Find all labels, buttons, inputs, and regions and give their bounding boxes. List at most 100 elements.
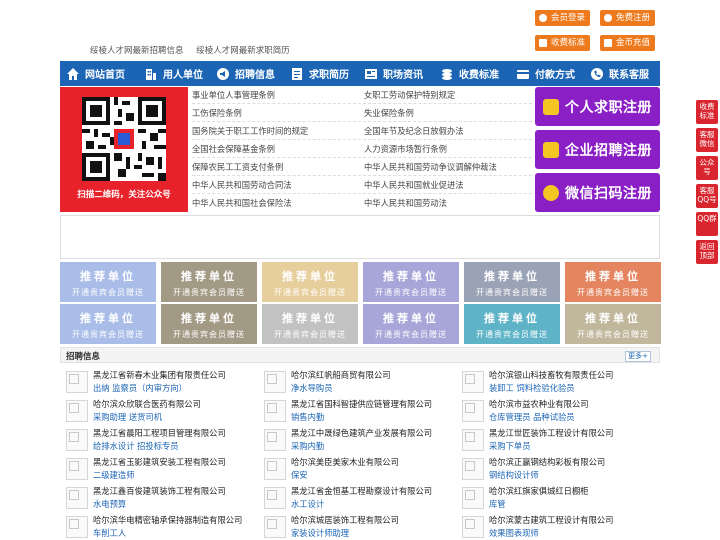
job-positions[interactable]: 净水导购员 — [291, 382, 333, 394]
job-listing[interactable]: 黑龙江省新春木业集团有限责任公司 出纳 监察员（内审方向） — [66, 369, 261, 396]
job-listing[interactable]: 黑龙江鑫百俊建筑装饰工程有限公司 水电预算 — [66, 485, 261, 512]
policy-link-left[interactable]: 国务院关于职工工作时间的规定 — [192, 125, 308, 139]
policy-link-left[interactable]: 事业单位人事管理条例 — [192, 89, 275, 103]
nav-career-news[interactable]: 职场资讯 — [358, 61, 434, 86]
float-back-to-top[interactable]: 返回顶部 — [696, 240, 718, 264]
job-positions[interactable]: 二级建造师 — [93, 469, 135, 481]
job-listing[interactable]: 哈尔滨市益农种业有限公司 仓库管理员 品种试验员 — [462, 398, 657, 425]
job-positions[interactable]: 仓库管理员 品种试验员 — [489, 411, 575, 423]
recommend-employer-tile[interactable]: 推荐单位 开通贵宾会员赠送 — [60, 304, 156, 344]
recommend-employer-tile[interactable]: 推荐单位 开通贵宾会员赠送 — [565, 262, 661, 302]
recommend-employer-tile[interactable]: 推荐单位 开通贵宾会员赠送 — [161, 304, 257, 344]
policy-link-right[interactable]: 女职工劳动保护特别规定 — [364, 89, 455, 103]
wechat-register-button[interactable]: 微信扫码注册 — [535, 173, 660, 212]
job-positions[interactable]: 效果图表现师 — [489, 527, 539, 539]
job-listing[interactable]: 哈尔滨红帆船商贸有限公司 净水导购员 — [264, 369, 459, 396]
job-listing[interactable]: 黑龙江省金恒基工程勘察设计有限公司 水工设计 — [264, 485, 459, 512]
recommend-employer-tile[interactable]: 推荐单位 开通贵宾会员赠送 — [464, 262, 560, 302]
job-positions[interactable]: 保安 — [291, 469, 308, 481]
float-official-account[interactable]: 公众号 — [696, 156, 718, 180]
latest-jobs-link[interactable]: 绥棱人才网最新招聘信息 — [90, 46, 184, 56]
company-name[interactable]: 哈尔滨众欣联合医药有限公司 — [93, 398, 201, 410]
fee-standard-button[interactable]: 收费标准 — [535, 35, 591, 51]
policy-link-right[interactable]: 人力资源市场暂行条例 — [364, 143, 447, 157]
company-name[interactable]: 黑龙江省玉影建筑安装工程有限公司 — [93, 456, 226, 468]
nav-fee-standard[interactable]: 收费标准 — [434, 61, 510, 86]
job-listing[interactable]: 哈尔滨红旗家俱城红日橱柜 库管 — [462, 485, 657, 512]
job-positions[interactable]: 出纳 监察员（内审方向） — [93, 382, 187, 394]
company-name[interactable]: 哈尔滨华电精密轴承保持器制造有限公司 — [93, 514, 242, 526]
recommend-employer-tile[interactable]: 推荐单位 开通贵宾会员赠送 — [363, 304, 459, 344]
job-listing[interactable]: 哈尔滨众欣联合医药有限公司 采购助理 送货司机 — [66, 398, 261, 425]
latest-resumes-link[interactable]: 绥棱人才网最新求职简历 — [196, 46, 290, 56]
job-positions[interactable]: 给排水设计 招投标专员 — [93, 440, 179, 452]
recommend-employer-tile[interactable]: 推荐单位 开通贵宾会员赠送 — [363, 262, 459, 302]
policy-link-right[interactable]: 中华人民共和国劳动争议调解仲裁法 — [364, 161, 497, 175]
job-positions[interactable]: 钢结构设计师 — [489, 469, 539, 481]
policy-link-left[interactable]: 工伤保险条例 — [192, 107, 242, 121]
member-login-button[interactable]: 会员登录 — [535, 10, 591, 26]
recommend-employer-tile[interactable]: 推荐单位 开通贵宾会员赠送 — [262, 304, 358, 344]
job-listing[interactable]: 哈尔滨华电精密轴承保持器制造有限公司 车削工人 — [66, 514, 261, 540]
job-listing[interactable]: 黑龙江世匠装饰工程设计有限公司 采购下单员 — [462, 427, 657, 454]
company-name[interactable]: 哈尔滨红帆船商贸有限公司 — [291, 369, 391, 381]
job-listing[interactable]: 黑龙江省玉影建筑安装工程有限公司 二级建造师 — [66, 456, 261, 483]
company-name[interactable]: 哈尔滨城居装饰工程有限公司 — [291, 514, 399, 526]
company-name[interactable]: 哈尔滨银山科技畜牧有限责任公司 — [489, 369, 613, 381]
float-fee-standard[interactable]: 收费标准 — [696, 100, 718, 124]
nav-contact-service[interactable]: 联系客服 — [584, 61, 660, 86]
job-positions[interactable]: 装卸工 饲料检验化验员 — [489, 382, 575, 394]
company-name[interactable]: 黑龙江省金恒基工程勘察设计有限公司 — [291, 485, 432, 497]
recommend-employer-tile[interactable]: 推荐单位 开通贵宾会员赠送 — [565, 304, 661, 344]
company-name[interactable]: 黑龙江世匠装饰工程设计有限公司 — [489, 427, 613, 439]
recommend-employer-tile[interactable]: 推荐单位 开通贵宾会员赠送 — [262, 262, 358, 302]
job-positions[interactable]: 销售内勤 — [291, 411, 324, 423]
company-name[interactable]: 哈尔滨市益农种业有限公司 — [489, 398, 589, 410]
gold-recharge-button[interactable]: 金币充值 — [600, 35, 656, 51]
job-listing[interactable]: 哈尔滨蒙古建筑工程设计有限公司 效果图表现师 — [462, 514, 657, 540]
recommend-employer-tile[interactable]: 推荐单位 开通贵宾会员赠送 — [161, 262, 257, 302]
company-name[interactable]: 哈尔滨正赢钢结构彩板有限公司 — [489, 456, 605, 468]
free-register-button[interactable]: 免费注册 — [600, 10, 656, 26]
job-positions[interactable]: 车削工人 — [93, 527, 126, 539]
company-name[interactable]: 黑龙江省晨阳工程项目管理有限公司 — [93, 427, 226, 439]
job-listing[interactable]: 哈尔滨正赢钢结构彩板有限公司 钢结构设计师 — [462, 456, 657, 483]
job-listing[interactable]: 黑龙江省国科智捷供应链管理有限公司 销售内勤 — [264, 398, 459, 425]
float-service-qq[interactable]: 客服QQ号 — [696, 184, 718, 208]
nav-employers[interactable]: 用人单位 — [138, 61, 210, 86]
company-name[interactable]: 黑龙江省新春木业集团有限责任公司 — [93, 369, 226, 381]
policy-link-left[interactable]: 中华人民共和国劳动合同法 — [192, 179, 292, 193]
job-listing[interactable]: 哈尔滨美臣美家木业有限公司 保安 — [264, 456, 459, 483]
policy-link-right[interactable]: 全国年节及纪念日放假办法 — [364, 125, 464, 139]
job-listing[interactable]: 黑龙江中晟绿色建筑产业发展有限公司 采购内勤 — [264, 427, 459, 454]
recommend-employer-tile[interactable]: 推荐单位 开通贵宾会员赠送 — [60, 262, 156, 302]
nav-resumes[interactable]: 求职简历 — [284, 61, 358, 86]
job-listing[interactable]: 哈尔滨银山科技畜牧有限责任公司 装卸工 饲料检验化验员 — [462, 369, 657, 396]
job-positions[interactable]: 采购下单员 — [489, 440, 531, 452]
policy-link-left[interactable]: 保障农民工工资支付条例 — [192, 161, 283, 175]
company-name[interactable]: 哈尔滨红旗家俱城红日橱柜 — [489, 485, 589, 497]
policy-link-left[interactable]: 中华人民共和国社会保险法 — [192, 197, 292, 211]
job-positions[interactable]: 家装设计师助理 — [291, 527, 349, 539]
job-seeker-register-button[interactable]: 个人求职注册 — [535, 87, 660, 126]
job-positions[interactable]: 采购内勤 — [291, 440, 324, 452]
nav-payment-methods[interactable]: 付款方式 — [510, 61, 584, 86]
job-positions[interactable]: 库管 — [489, 498, 506, 510]
employer-register-button[interactable]: 企业招聘注册 — [535, 130, 660, 169]
company-name[interactable]: 黑龙江鑫百俊建筑装饰工程有限公司 — [93, 485, 226, 497]
nav-job-postings[interactable]: 招聘信息 — [210, 61, 284, 86]
recommend-employer-tile[interactable]: 推荐单位 开通贵宾会员赠送 — [464, 304, 560, 344]
policy-link-right[interactable]: 中华人民共和国就业促进法 — [364, 179, 464, 193]
job-positions[interactable]: 水工设计 — [291, 498, 324, 510]
job-listing[interactable]: 哈尔滨城居装饰工程有限公司 家装设计师助理 — [264, 514, 459, 540]
float-qq-group[interactable]: QQ群 — [696, 212, 718, 236]
job-listing[interactable]: 黑龙江省晨阳工程项目管理有限公司 给排水设计 招投标专员 — [66, 427, 261, 454]
company-name[interactable]: 黑龙江中晟绿色建筑产业发展有限公司 — [291, 427, 432, 439]
policy-link-right[interactable]: 中华人民共和国劳动法 — [364, 197, 447, 211]
policy-link-right[interactable]: 失业保险条例 — [364, 107, 414, 121]
company-name[interactable]: 哈尔滨蒙古建筑工程设计有限公司 — [489, 514, 613, 526]
policy-link-left[interactable]: 全国社会保障基金条例 — [192, 143, 275, 157]
company-name[interactable]: 哈尔滨美臣美家木业有限公司 — [291, 456, 399, 468]
nav-home[interactable]: 网站首页 — [60, 61, 138, 86]
float-service-wechat[interactable]: 客服微信 — [696, 128, 718, 152]
